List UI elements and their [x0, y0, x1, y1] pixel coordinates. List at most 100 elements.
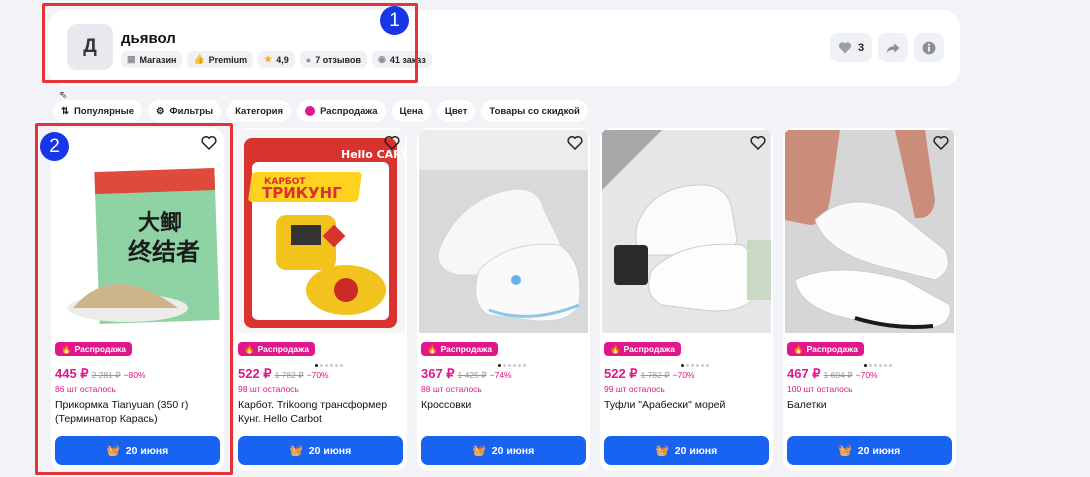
carousel-dot[interactable] [696, 364, 699, 367]
filter-label: Распродажа [320, 105, 378, 117]
sale-badge: 🔥 Распродажа [238, 342, 315, 356]
favorite-heart-icon[interactable] [383, 134, 401, 152]
annotation-badge-2: 2 [40, 132, 69, 161]
flame-icon: 🔥 [610, 343, 621, 354]
flame-icon: 🔥 [427, 343, 438, 354]
product-title[interactable]: Балетки [787, 398, 952, 412]
price-row: 367 ₽ 1 425 ₽ −74% [421, 366, 512, 382]
carousel-dot[interactable] [884, 364, 887, 367]
add-to-cart-button[interactable]: 🧺 20 июня [787, 436, 952, 465]
filter-label: Цвет [444, 105, 468, 117]
flame-icon: 🔥 [793, 343, 804, 354]
old-price: 1 425 ₽ [457, 370, 487, 380]
basket-icon: 🧺 [838, 445, 852, 457]
filter-category[interactable]: Категория [227, 100, 292, 122]
product-image[interactable] [602, 130, 771, 333]
sale-badge: 🔥 Распродажа [421, 342, 498, 356]
sale-badge-label: Распродажа [806, 344, 858, 354]
product-title[interactable]: Кроссовки [421, 398, 586, 412]
discount: −70% [306, 370, 329, 380]
sale-icon [305, 106, 316, 116]
basket-icon: 🧺 [472, 445, 486, 457]
share-icon [886, 42, 900, 53]
stock-left: 98 шт осталось [238, 384, 299, 394]
carousel-dot[interactable] [335, 364, 338, 367]
sort-icon: ⇅ [61, 105, 69, 117]
filter-sale[interactable]: Распродажа [297, 100, 386, 122]
stock-left: 88 шт осталось [421, 384, 482, 394]
sliders-icon: ⚙ [156, 105, 165, 117]
carousel-dot[interactable] [889, 364, 892, 367]
old-price: 1 604 ₽ [823, 370, 853, 380]
product-image[interactable] [419, 130, 588, 333]
share-button[interactable] [878, 33, 909, 62]
product-title[interactable]: Туфли "Арабески" морей [604, 398, 769, 412]
filter-price[interactable]: Цена [391, 100, 431, 122]
product-card-1[interactable]: Hello CARBOT КАРБОТ ТРИКУНГ 🔥Распродажа … [234, 128, 407, 471]
carousel-dot[interactable] [513, 364, 516, 367]
add-to-cart-button[interactable]: 🧺 20 июня [421, 436, 586, 465]
product-image[interactable]: Hello CARBOT КАРБОТ ТРИКУНГ [236, 130, 405, 333]
annotation-badge-1: 1 [380, 6, 409, 35]
filter-bar: ⇅ Популярные ⚙ Фильтры Категория Распрод… [53, 100, 588, 122]
old-price: 1 782 ₽ [274, 370, 304, 380]
carousel-dot[interactable] [523, 364, 526, 367]
delivery-date: 20 июня [857, 444, 901, 457]
product-card-3[interactable]: 🔥 Распродажа 522 ₽ 1 782 ₽ −70% 99 шт ост… [600, 128, 773, 471]
price: 467 ₽ [787, 366, 821, 381]
filter-popular[interactable]: ⇅ Популярные [53, 100, 143, 122]
price-row: 522 ₽ 1 782 ₽ −70% [604, 366, 695, 382]
price: 367 ₽ [421, 366, 455, 381]
sale-badge-label: Распродажа [257, 344, 309, 354]
add-to-cart-button[interactable]: 🧺 20 июня [238, 436, 403, 465]
filter-label: Цена [399, 105, 423, 117]
delivery-date: 20 июня [674, 444, 718, 457]
carousel-dot[interactable] [340, 364, 343, 367]
sale-badge-label: Распродажа [623, 344, 675, 354]
filter-label: Категория [235, 105, 284, 117]
carousel-dot[interactable] [330, 364, 333, 367]
carousel-dot[interactable] [518, 364, 521, 367]
filter-label: Товары со скидкой [489, 105, 580, 117]
likes-count: 3 [858, 41, 865, 54]
info-button[interactable] [914, 33, 945, 62]
filter-label: Популярные [73, 105, 135, 117]
basket-icon: 🧺 [655, 445, 669, 457]
product-title[interactable]: Карбот. Trikoong трансформер Кунг. Hello… [238, 398, 403, 426]
discount: −70% [672, 370, 695, 380]
like-shop-button[interactable]: 3 [830, 33, 873, 62]
product-card-2[interactable]: 🔥 Распродажа 367 ₽ 1 425 ₽ −74% 88 шт ост… [417, 128, 590, 471]
filter-filters[interactable]: ⚙ Фильтры [148, 100, 222, 122]
stock-left: 100 шт осталось [787, 384, 853, 394]
carousel-dot[interactable] [701, 364, 704, 367]
old-price: 1 782 ₽ [640, 370, 670, 380]
sale-badge: 🔥 Распродажа [787, 342, 864, 356]
carousel-dot[interactable] [879, 364, 882, 367]
discount: −70% [855, 370, 878, 380]
price-row: 522 ₽ 1 782 ₽ −70% [238, 366, 329, 382]
price: 522 ₽ [604, 366, 638, 381]
discount: −74% [489, 370, 512, 380]
price: 522 ₽ [238, 366, 272, 381]
info-icon [922, 41, 936, 54]
flame-icon: 🔥 [244, 343, 255, 354]
filter-color[interactable]: Цвет [436, 100, 476, 122]
annotation-box-2 [35, 123, 233, 475]
shop-actions: 3 [830, 33, 945, 62]
favorite-heart-icon[interactable] [566, 134, 584, 152]
product-card-4[interactable]: 🔥 Распродажа 467 ₽ 1 604 ₽ −70% 100 шт ос… [783, 128, 956, 471]
delivery-date: 20 июня [308, 444, 352, 457]
carbot-box-main-text: ТРИКУНГ [262, 184, 342, 202]
stock-left: 99 шт осталось [604, 384, 665, 394]
favorite-heart-icon[interactable] [749, 134, 767, 152]
filter-discounted[interactable]: Товары со скидкой [481, 100, 588, 122]
annotation-box-1 [42, 3, 418, 83]
filter-label: Фильтры [169, 105, 214, 117]
basket-icon: 🧺 [289, 445, 303, 457]
add-to-cart-button[interactable]: 🧺 20 июня [604, 436, 769, 465]
sale-badge: 🔥 Распродажа [604, 342, 681, 356]
favorite-heart-icon[interactable] [932, 134, 950, 152]
sale-badge-label: Распродажа [440, 344, 492, 354]
carousel-dot[interactable] [706, 364, 709, 367]
product-image[interactable] [785, 130, 954, 333]
